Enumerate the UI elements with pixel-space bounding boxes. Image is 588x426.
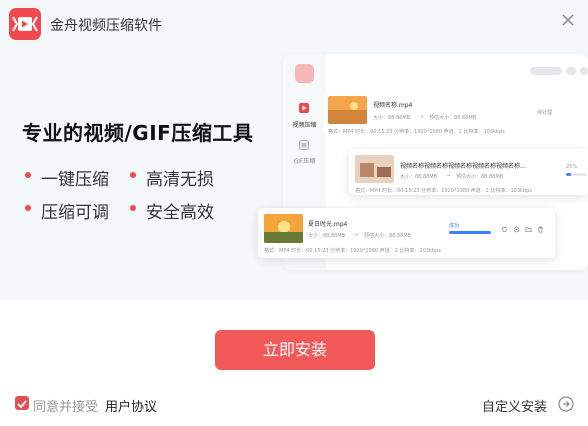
user-agreement-link[interactable]: 用户协议 (105, 396, 157, 415)
arrow-right-icon: → (354, 232, 359, 238)
custom-install-link[interactable]: 自定义安装 (482, 396, 547, 415)
agreement-checkbox[interactable] (15, 396, 29, 410)
folder-icon (525, 227, 532, 233)
video-thumbnail (264, 214, 303, 243)
file-name: 视频名称视频名称视频名称视频名称视频名称... (400, 163, 526, 170)
file-size: 大小：88.88MB (373, 115, 411, 121)
agreement-label: 同意并接受 (33, 400, 99, 415)
arrow-right-circle-icon[interactable] (558, 396, 574, 412)
preview-window-button (530, 67, 562, 75)
preview-window-button (580, 67, 588, 75)
preview-nav-gif: GIF压缩 (293, 158, 316, 165)
progress-bar (449, 231, 491, 234)
estimated-size: 预估大小：88.88MB (364, 233, 412, 239)
video-thumbnail (355, 155, 394, 183)
estimated-size: 预估大小：88.88MB (429, 115, 477, 121)
check-icon (17, 400, 27, 409)
arrow-right-icon: → (419, 114, 424, 120)
preview-nav-video: 视频压缩 (292, 122, 317, 129)
file-meta: 格式：MP4 时长：00:15:23 分辨率：1920*1080 声道：2 比特… (355, 188, 532, 194)
refresh-icon (501, 226, 508, 233)
bullet-dot-icon (25, 172, 31, 178)
bullet-dot-icon (130, 172, 136, 178)
arrow-right-icon: → (446, 173, 451, 179)
file-size: 大小：88.88MB (400, 174, 438, 180)
bullet-dot-icon (25, 205, 31, 211)
headline: 专业的视频/GIF压缩工具 (22, 121, 254, 145)
close-icon (562, 14, 574, 26)
install-now-button[interactable]: 立即安装 (215, 330, 375, 370)
trash-icon (538, 226, 543, 233)
status-text: 待处理 (537, 110, 553, 116)
gif-icon (299, 140, 309, 150)
estimated-size: 预估大小：88.88MB (456, 174, 504, 180)
preview-window-button (566, 67, 576, 75)
preview-file-card: 视频名称.mp4 大小：88.88MB → 预估大小：88.88MB 待处理 格… (323, 91, 588, 135)
bullet-dot-icon (130, 205, 136, 211)
file-name: 视频名称.mp4 (373, 102, 413, 109)
settings-icon (513, 226, 520, 233)
progress-bar (566, 173, 586, 176)
close-button[interactable] (556, 8, 580, 32)
progress-percent: 25% (566, 164, 578, 170)
video-play-icon (299, 103, 309, 113)
file-meta: 格式：MP4 时长：00:15:23 分辨率：1920*1080 声道：2 比特… (328, 129, 505, 135)
file-name: 夏日时光.mp4 (308, 221, 348, 228)
app-title: 金舟视频压缩软件 (50, 18, 162, 34)
app-logo (9, 8, 41, 40)
video-thumbnail (328, 96, 367, 124)
status-success: 成功 (449, 223, 460, 229)
file-meta: 格式：MP4 时长：00:15:23 分辨率：1920*1080 声道：2 比特… (264, 248, 441, 254)
preview-file-card: 夏日时光.mp4 大小：88.88MB → 预估大小：88.88MB 成功 格式… (258, 208, 555, 258)
preview-logo (295, 64, 314, 83)
file-size: 大小：88.88MB (308, 233, 346, 239)
preview-file-card: 视频名称视频名称视频名称视频名称视频名称... 大小：88.88MB → 预估大… (349, 149, 588, 195)
